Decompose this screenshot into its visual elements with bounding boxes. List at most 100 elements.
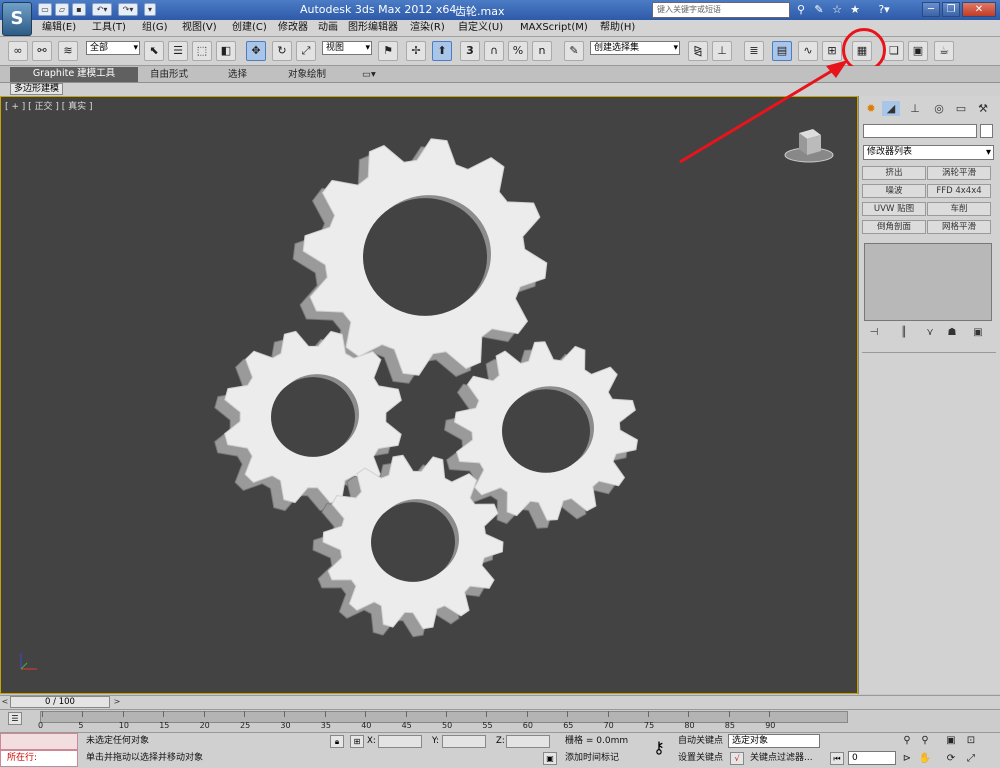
tools-icon[interactable]: ✎: [811, 2, 827, 17]
restore-button[interactable]: ❐: [942, 2, 960, 17]
motion-tab-icon[interactable]: ◎: [930, 101, 948, 116]
current-frame-field[interactable]: 0: [848, 751, 896, 765]
configure-sets-icon[interactable]: ▣: [970, 326, 986, 340]
orbit-icon[interactable]: ⟳: [944, 752, 958, 766]
meshsmooth-button[interactable]: 网格平滑: [927, 220, 991, 234]
make-unique-icon[interactable]: ⋎: [922, 326, 938, 340]
keyboard-shortcut-override-icon[interactable]: ⬆: [432, 41, 452, 61]
bind-space-warp-icon[interactable]: ≋: [58, 41, 78, 61]
modifier-list-dropdown[interactable]: 修改器列表: [863, 145, 994, 160]
menu-customize[interactable]: 自定义(U): [458, 21, 503, 35]
menu-edit[interactable]: 编辑(E): [42, 21, 76, 35]
select-manipulate-icon[interactable]: ✢: [406, 41, 426, 61]
menu-modifiers[interactable]: 修改器: [278, 21, 308, 35]
tab-object-paint[interactable]: 对象绘制: [288, 68, 326, 81]
set-key-button[interactable]: 设置关键点: [678, 752, 723, 765]
unlink-icon[interactable]: ⚯: [32, 41, 52, 61]
menu-animation[interactable]: 动画: [318, 21, 338, 35]
absolute-mode-icon[interactable]: ⊞: [350, 735, 364, 748]
modify-tab-icon[interactable]: ◢: [882, 101, 900, 116]
utilities-tab-icon[interactable]: ⚒: [974, 101, 992, 116]
close-button[interactable]: ✕: [962, 2, 996, 17]
field-of-view-icon[interactable]: ⊳: [900, 752, 914, 766]
select-and-rotate-icon[interactable]: ↻: [272, 41, 292, 61]
new-file-icon[interactable]: ▭: [38, 3, 52, 16]
time-slider[interactable]: 0 / 100: [10, 696, 110, 708]
snaps-toggle-icon[interactable]: 3: [460, 41, 480, 61]
noise-button[interactable]: 噪波: [862, 184, 926, 198]
menu-maxscript[interactable]: MAXScript(M): [520, 21, 588, 35]
quick-access-more-icon[interactable]: ▾: [144, 3, 156, 16]
prev-frame-arrow-icon[interactable]: <: [0, 696, 10, 708]
open-file-icon[interactable]: ▱: [55, 3, 69, 16]
x-coordinate-field[interactable]: [378, 735, 422, 748]
turbosmooth-button[interactable]: 涡轮平滑: [927, 166, 991, 180]
render-setup-icon[interactable]: ❏: [884, 41, 904, 61]
display-tab-icon[interactable]: ▭: [952, 101, 970, 116]
link-icon[interactable]: ∞: [8, 41, 28, 61]
edit-named-selection-icon[interactable]: ✎: [564, 41, 584, 61]
maximize-viewport-icon[interactable]: ⤢: [964, 752, 978, 766]
key-filters-button[interactable]: 关键点过滤器...: [750, 752, 813, 765]
zoom-extents-icon[interactable]: ▣: [944, 734, 958, 748]
maxscript-listener-field[interactable]: [0, 733, 78, 750]
object-name-field[interactable]: [863, 124, 977, 138]
show-end-result-icon[interactable]: ║: [896, 326, 912, 340]
app-logo-icon[interactable]: S: [2, 2, 32, 36]
tab-freeform[interactable]: 自由形式: [150, 68, 188, 81]
reference-coordinate-combo[interactable]: 视图: [322, 41, 372, 55]
next-frame-arrow-icon[interactable]: >: [112, 696, 122, 708]
z-coordinate-field[interactable]: [506, 735, 550, 748]
lock-selection-icon[interactable]: 🔒︎: [330, 735, 344, 748]
modifier-stack[interactable]: [864, 243, 992, 321]
polygon-modeling-tab[interactable]: 多边形建模: [10, 83, 64, 95]
search-input[interactable]: 键入关键字或短语: [652, 2, 790, 18]
auto-key-button[interactable]: 自动关键点: [678, 735, 723, 748]
render-production-icon[interactable]: ☕: [934, 41, 954, 61]
bevel-profile-button[interactable]: 倒角剖面: [862, 220, 926, 234]
menu-views[interactable]: 视图(V): [182, 21, 217, 35]
select-and-scale-icon[interactable]: ⤢: [296, 41, 316, 61]
help-icon[interactable]: ?▾: [870, 2, 898, 17]
spinner-snap-icon[interactable]: n: [532, 41, 552, 61]
named-selection-combo[interactable]: 创建选择集: [590, 41, 680, 55]
pan-hand-icon[interactable]: ✋: [918, 752, 932, 766]
percent-snap-icon[interactable]: %: [508, 41, 528, 61]
star-icon[interactable]: ☆: [829, 2, 845, 17]
lathe-button[interactable]: 车削: [927, 202, 991, 216]
object-color-swatch[interactable]: [980, 124, 993, 138]
select-object-icon[interactable]: ⬉: [144, 41, 164, 61]
schematic-view-icon[interactable]: ⊞: [822, 41, 842, 61]
tab-selection[interactable]: 选择: [228, 68, 247, 81]
menu-group[interactable]: 组(G): [142, 21, 168, 35]
remove-modifier-icon[interactable]: ☗: [944, 326, 960, 340]
menu-rendering[interactable]: 渲染(R): [410, 21, 445, 35]
tab-graphite-modeling[interactable]: Graphite 建模工具: [10, 67, 138, 82]
save-file-icon[interactable]: ▪: [72, 3, 86, 16]
select-and-move-icon[interactable]: ✥: [246, 41, 266, 61]
mini-curve-editor-icon[interactable]: ☰: [8, 712, 22, 725]
goto-start-icon[interactable]: ⏮: [830, 752, 844, 765]
graphite-toggle-icon[interactable]: ▤: [772, 41, 792, 61]
ribbon-options-icon[interactable]: ▭▾: [362, 68, 376, 81]
uvw-map-button[interactable]: UVW 贴图: [862, 202, 926, 216]
hierarchy-tab-icon[interactable]: ⊥: [906, 101, 924, 116]
favorites-icon[interactable]: ★: [847, 2, 863, 17]
perspective-viewport[interactable]: [ + ] [ 正交 ] [ 真实 ]: [0, 96, 858, 694]
y-coordinate-field[interactable]: [442, 735, 486, 748]
zoom-extents-all-icon[interactable]: ⊡: [964, 734, 978, 748]
menu-create[interactable]: 创建(C): [232, 21, 267, 35]
align-icon[interactable]: ⊥: [712, 41, 732, 61]
pivot-center-icon[interactable]: ⚑: [378, 41, 398, 61]
window-crossing-icon[interactable]: ◧: [216, 41, 236, 61]
key-selection-combo[interactable]: 选定对象: [728, 734, 820, 748]
layer-manager-icon[interactable]: ≣: [744, 41, 764, 61]
menu-help[interactable]: 帮助(H): [600, 21, 635, 35]
menu-graph-editors[interactable]: 图形编辑器: [348, 21, 398, 35]
create-tab-icon[interactable]: ✹: [862, 101, 880, 116]
minimize-button[interactable]: ─: [922, 2, 940, 17]
ffd-button[interactable]: FFD 4x4x4: [927, 184, 991, 198]
pin-stack-icon[interactable]: ⊣: [866, 326, 882, 340]
undo-icon[interactable]: ↶▾: [92, 3, 112, 16]
zoom-all-icon[interactable]: ⚲: [918, 734, 932, 748]
